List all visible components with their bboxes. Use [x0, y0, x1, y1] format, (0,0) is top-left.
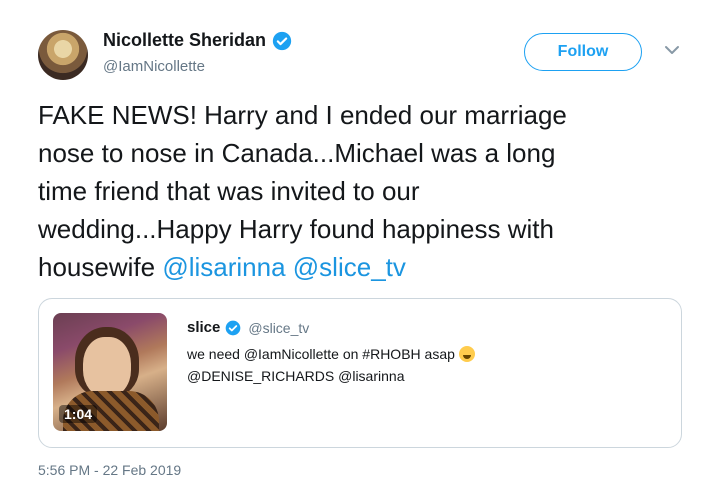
mention-link[interactable]: @lisarinna	[162, 252, 285, 282]
quoted-tweet-text: we need @IamNicollette on #RHOBH asap @D…	[187, 343, 657, 387]
quoted-line: @DENISE_RICHARDS @lisarinna	[187, 368, 405, 384]
tweet-line-text: housewife	[38, 252, 163, 282]
tweet-line: FAKE NEWS! Harry and I ended our marriag…	[38, 100, 567, 130]
tweet-line: housewife @lisarinna @slice_tv	[38, 248, 698, 286]
author-name[interactable]: Nicollette Sheridan	[103, 30, 266, 51]
verified-badge-icon	[226, 320, 241, 335]
mention-link[interactable]: @slice_tv	[293, 252, 406, 282]
quoted-line-text: we need @IamNicollette on #RHOBH asap	[187, 346, 455, 362]
thumbnail-face	[83, 337, 131, 397]
tweet-text: FAKE NEWS! Harry and I ended our marriag…	[38, 96, 698, 286]
video-thumbnail[interactable]: 1:04	[53, 313, 167, 431]
tweet-line: time friend that was invited to our	[38, 176, 420, 206]
follow-button[interactable]: Follow	[524, 33, 642, 71]
tweet-line: nose to nose in Canada...Michael was a l…	[38, 138, 556, 168]
tweet-line: wedding...Happy Harry found happiness wi…	[38, 214, 554, 244]
tweet-timestamp[interactable]: 5:56 PM - 22 Feb 2019	[38, 462, 181, 478]
laughing-emoji-icon	[458, 346, 475, 362]
quoted-tweet-card[interactable]: 1:04 slice @slice_tv we need @IamNicolle…	[38, 298, 682, 448]
chevron-down-icon[interactable]	[664, 44, 680, 56]
quoted-author-row[interactable]: slice @slice_tv	[187, 319, 309, 336]
video-duration: 1:04	[59, 405, 98, 423]
quoted-line: we need @IamNicollette on #RHOBH asap	[187, 343, 657, 365]
avatar[interactable]	[38, 30, 88, 80]
author-name-row[interactable]: Nicollette Sheridan	[103, 30, 292, 51]
author-handle[interactable]: @IamNicollette	[103, 58, 205, 75]
verified-badge-icon	[272, 31, 292, 50]
quoted-author-handle[interactable]: @slice_tv	[248, 320, 309, 336]
quoted-author-name[interactable]: slice	[187, 319, 220, 336]
